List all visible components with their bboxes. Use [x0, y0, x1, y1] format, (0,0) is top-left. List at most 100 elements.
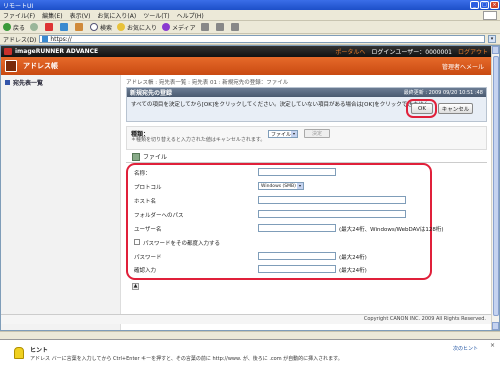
mail-button[interactable]: [200, 23, 211, 31]
star-icon: [117, 23, 126, 31]
refresh-icon: [60, 23, 69, 31]
sidebar-item-address-list[interactable]: 宛先表一覧: [1, 75, 120, 90]
scroll-up-arrow[interactable]: [492, 46, 499, 54]
confirm-input[interactable]: [258, 265, 336, 273]
scrollbar-thumb[interactable]: [493, 56, 499, 316]
home-button[interactable]: [75, 23, 85, 31]
menu-view[interactable]: 表示(V): [70, 11, 91, 20]
forward-button[interactable]: [30, 23, 40, 31]
password-input[interactable]: [258, 252, 336, 260]
instruction-message: すべての項目を決定してから[OK]をクリックしてください。決定していない項目があ…: [131, 102, 435, 108]
highlight-ring-form: [126, 163, 432, 280]
stop-button[interactable]: [45, 23, 55, 31]
login-user-label: ログインユーザー：: [371, 49, 426, 56]
confirm-password-checkbox[interactable]: [134, 239, 140, 245]
admin-mail-link[interactable]: 管理者へメール: [442, 62, 484, 71]
section-header: ファイル: [126, 151, 487, 163]
back-arrow-icon: [3, 23, 11, 31]
menu-file[interactable]: ファイル(F): [3, 11, 35, 20]
refresh-button[interactable]: [60, 23, 70, 31]
close-button[interactable]: ×: [490, 1, 499, 9]
page-top-button[interactable]: ▲: [132, 283, 139, 290]
app-title: アドレス帳: [23, 62, 58, 70]
protocol-label: プロトコル: [134, 185, 162, 191]
windows-logo-icon: [483, 10, 497, 20]
back-button[interactable]: 戻る: [3, 23, 25, 32]
search-label: 検索: [100, 24, 113, 32]
address-book-icon: [5, 60, 17, 72]
protocol-select-value: Windows (SMB): [261, 183, 296, 189]
name-input[interactable]: [258, 168, 336, 176]
host-input[interactable]: [258, 196, 406, 204]
favorites-button[interactable]: お気に入り: [117, 23, 157, 32]
menu-help[interactable]: ヘルプ(H): [177, 11, 204, 20]
logout-link[interactable]: ログアウト: [458, 47, 488, 56]
chevron-down-icon: ▾: [291, 131, 297, 137]
canon-header-bar: imageRUNNER ADVANCE ポータルへ ログインユーザー：00000…: [1, 46, 492, 57]
search-button[interactable]: 検索: [90, 23, 112, 32]
chevron-down-icon: ▾: [297, 183, 303, 189]
username-note: (最大24桁、Windows/WebDAVは128桁): [339, 227, 444, 233]
sidebar: 宛先表一覧: [1, 75, 121, 330]
back-label: 戻る: [13, 24, 26, 32]
type-select[interactable]: ファイル ▾: [268, 130, 298, 138]
address-url: https://: [50, 35, 72, 43]
page-icon: [42, 36, 49, 42]
maximize-button[interactable]: □: [480, 1, 489, 9]
favorites-label: お気に入り: [127, 24, 158, 32]
ok-button[interactable]: OK: [411, 103, 433, 114]
host-label: ホスト名: [134, 199, 157, 205]
folder-path-label: フォルダーへのパス: [134, 213, 184, 219]
confirm-note: (最大24桁): [339, 268, 367, 274]
set-type-button[interactable]: 決定: [304, 129, 330, 138]
minimize-button[interactable]: _: [470, 1, 479, 9]
search-icon: [90, 23, 99, 31]
cancel-button[interactable]: キャンセル: [438, 103, 473, 114]
edit-icon: [230, 23, 239, 31]
next-hint-link[interactable]: 次のヒント: [453, 345, 478, 352]
menu-favorites[interactable]: お気に入り(A): [97, 11, 136, 20]
login-user: ログインユーザー：0000001: [371, 47, 452, 56]
protocol-select[interactable]: Windows (SMB) ▾: [258, 182, 304, 190]
address-dropdown-button[interactable]: ▾: [488, 35, 496, 43]
menu-edit[interactable]: 編集(E): [42, 11, 62, 20]
scroll-down-arrow[interactable]: [492, 322, 499, 330]
main-content: アドレス帳 : 宛先表一覧 : 宛先表 01 : 新規宛先の登録：ファイル 新規…: [126, 75, 487, 330]
browser-toolbar: 戻る 検索 お気に入り メディア: [0, 21, 500, 34]
portal-link[interactable]: ポータルへ: [335, 47, 365, 56]
breadcrumb[interactable]: アドレス帳 : 宛先表一覧 : 宛先表 01 : 新規宛先の登録：ファイル: [126, 78, 487, 86]
print-button[interactable]: [215, 23, 226, 31]
type-select-value: ファイル: [271, 131, 292, 138]
register-panel-title: 新規宛先の登録: [130, 90, 173, 97]
address-bar: アドレス(D) https:// ▾: [0, 34, 500, 45]
username-input[interactable]: [258, 224, 336, 232]
menubar: ファイル(F) 編集(E) 表示(V) お気に入り(A) ツール(T) ヘルプ(…: [0, 10, 500, 21]
app-header: アドレス帳 管理者へメール: [1, 57, 492, 75]
edit-button[interactable]: [230, 23, 241, 31]
type-note: ＊種類を切り替えると入力された値はキャンセルされます。: [131, 137, 266, 143]
username-label: ユーザー名: [134, 227, 162, 233]
sidebar-item-label: 宛先表一覧: [13, 80, 44, 87]
forward-arrow-icon: [30, 23, 39, 31]
page-viewport: imageRUNNER ADVANCE ポータルへ ログインユーザー：00000…: [0, 45, 500, 331]
media-icon: [162, 23, 171, 31]
vertical-scrollbar[interactable]: [491, 46, 499, 330]
hint-label: ヒント: [30, 347, 49, 354]
address-input[interactable]: https://: [39, 35, 485, 43]
close-icon[interactable]: ×: [489, 343, 496, 350]
hint-pane: ヒント アドレス バーに言葉を入力してから Ctrl+Enter キーを押すと、…: [0, 339, 500, 375]
file-form: 名称： プロトコル Windows (SMB) ▾ ホスト名 フォルダーへのパス…: [126, 163, 487, 280]
name-label: 名称：: [134, 171, 151, 177]
address-label: アドレス(D): [3, 36, 37, 44]
menu-tools[interactable]: ツール(T): [143, 11, 169, 20]
hint-text: アドレス バーに言葉を入力してから Ctrl+Enter キーを押すと、その言葉…: [30, 356, 343, 362]
type-panel: 種類： ＊種類を切り替えると入力された値はキャンセルされます。 ファイル ▾ 決…: [126, 126, 487, 150]
folder-path-input[interactable]: [258, 210, 406, 218]
status-bar: [0, 331, 500, 339]
login-user-id: 0000001: [425, 49, 452, 56]
register-panel-header: 新規宛先の登録 最終更新 : 2009 09/20 10:51 :48: [127, 88, 486, 97]
media-button[interactable]: メディア: [162, 23, 196, 32]
media-label: メディア: [172, 24, 196, 32]
window-title: リモートUI: [3, 2, 34, 10]
file-icon: [132, 152, 140, 161]
